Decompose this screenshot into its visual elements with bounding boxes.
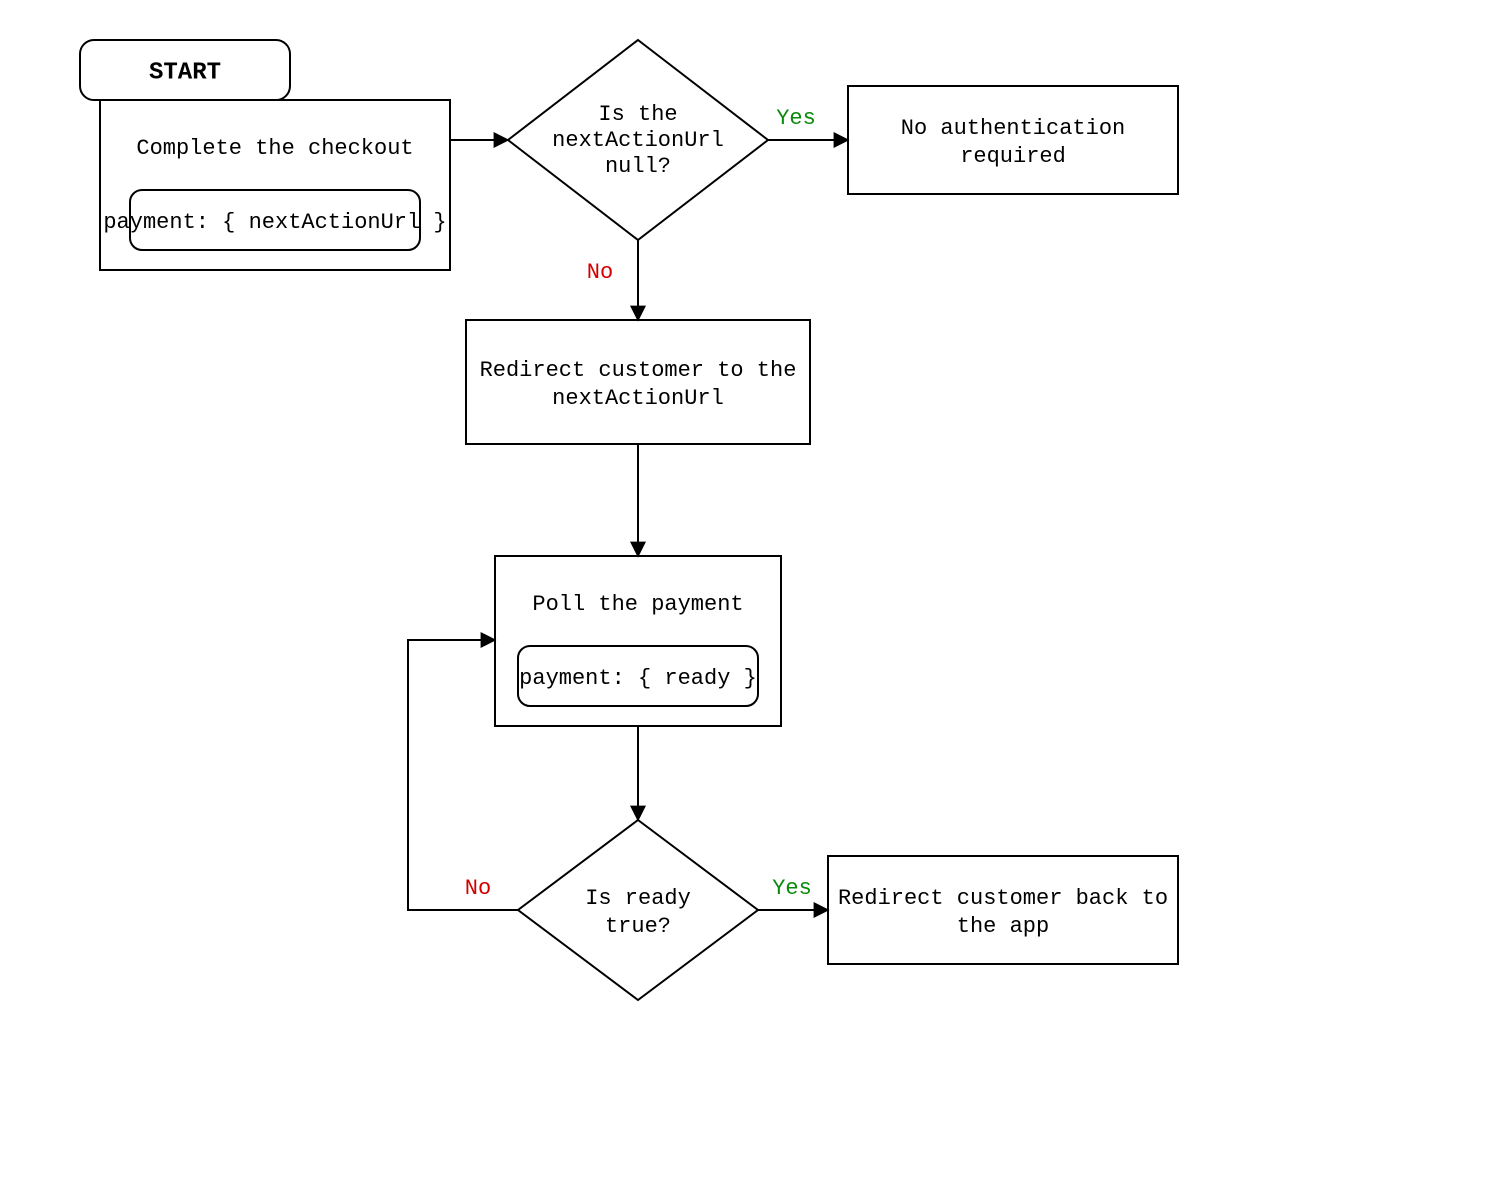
complete-checkout-node: Complete the checkout payment: { nextAct… (100, 100, 450, 270)
flowchart-canvas: START Complete the checkout payment: { n… (0, 0, 1511, 1196)
decision1-line2: nextActionUrl (552, 128, 724, 153)
complete-checkout-sub-label: payment: { nextActionUrl } (103, 210, 446, 235)
edge-decision2-no-label: No (465, 876, 491, 901)
no-auth-node: No authentication required (848, 86, 1178, 194)
decision1-line1: Is the (598, 102, 677, 127)
redirect-back-node: Redirect customer back to the app (828, 856, 1178, 964)
redirect2-line2: the app (957, 914, 1049, 939)
decision-nextactionurl-null: Is the nextActionUrl null? (508, 40, 768, 240)
start-node: START (80, 40, 290, 100)
no-auth-line2: required (960, 144, 1066, 169)
poll-payment-node: Poll the payment payment: { ready } (495, 556, 781, 726)
edge-decision2-yes-label: Yes (772, 876, 812, 901)
redirect2-line1: Redirect customer back to (838, 886, 1168, 911)
poll-payment-label: Poll the payment (532, 592, 743, 617)
decision2-line1: Is ready (585, 886, 691, 911)
decision2-line2: true? (605, 914, 671, 939)
redirect1-line2: nextActionUrl (552, 386, 724, 411)
edge-decision1-yes-label: Yes (776, 106, 816, 131)
poll-payment-sub-label: payment: { ready } (519, 666, 757, 691)
redirect1-line1: Redirect customer to the (480, 358, 797, 383)
no-auth-line1: No authentication (901, 116, 1125, 141)
decision-ready-true: Is ready true? (518, 820, 758, 1000)
decision1-line3: null? (605, 154, 671, 179)
complete-checkout-label: Complete the checkout (136, 136, 413, 161)
redirect-nextactionurl-node: Redirect customer to the nextActionUrl (466, 320, 810, 444)
start-label: START (149, 59, 221, 86)
edge-decision1-no-label: No (587, 260, 613, 285)
